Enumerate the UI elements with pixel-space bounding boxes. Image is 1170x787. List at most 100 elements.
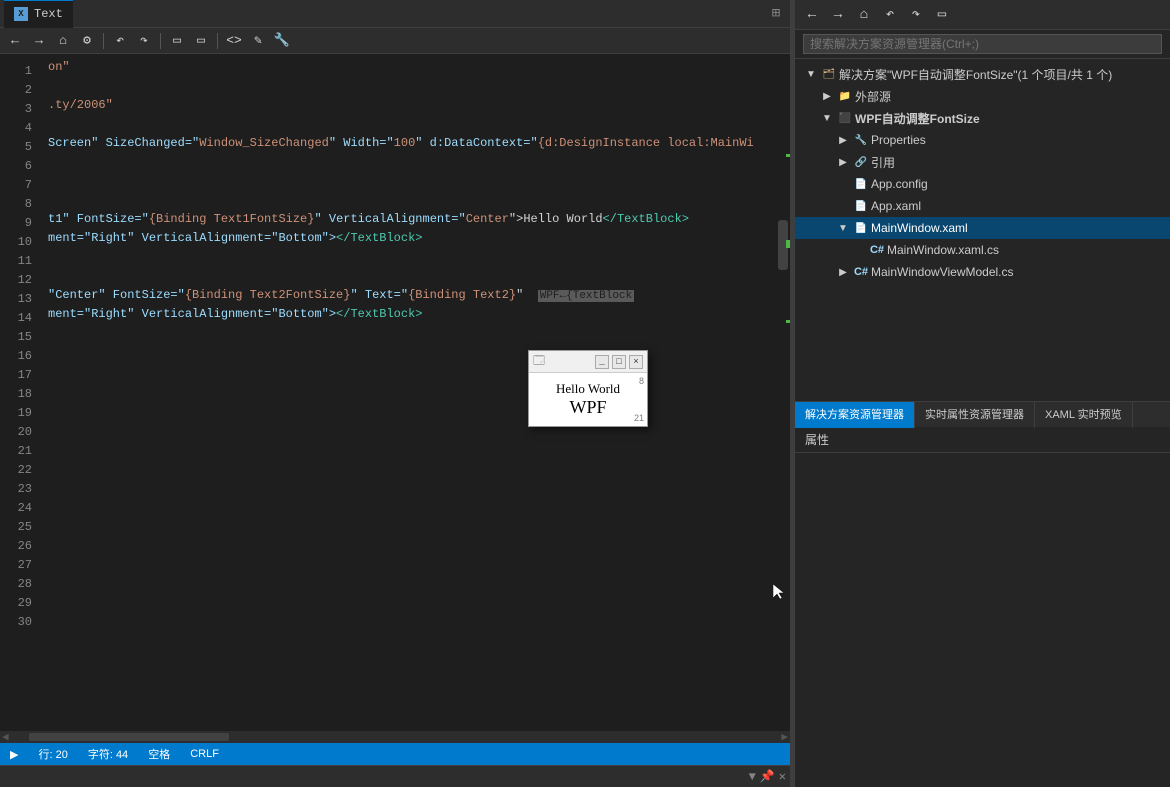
back-button[interactable]: ← bbox=[4, 30, 26, 52]
pin-button[interactable]: 📌 bbox=[760, 769, 775, 784]
chevron-right-icon2: ▶ bbox=[835, 135, 851, 146]
tab-solution-explorer[interactable]: 解决方案资源管理器 bbox=[795, 402, 915, 428]
nav-forward-button[interactable]: → bbox=[827, 4, 849, 26]
nav-refresh-button[interactable]: ↶ bbox=[879, 4, 901, 26]
tree-item-external[interactable]: ▶ 📁 外部源 bbox=[795, 85, 1170, 107]
horizontal-scrollbar[interactable]: ◀ ▶ bbox=[0, 731, 790, 743]
code-area[interactable]: 12345 678910 1112131415 1617181920 21222… bbox=[0, 54, 790, 731]
code-line bbox=[48, 381, 790, 400]
nav-home-button[interactable]: ⌂ bbox=[853, 4, 875, 26]
wpf-title-icon: 🗔 bbox=[533, 352, 545, 371]
redo-button[interactable]: ↷ bbox=[133, 30, 155, 52]
properties-icon: 🔧 bbox=[853, 132, 869, 148]
right-panel: ← → ⌂ ↶ ↷ ▭ ▼ 🗂 解决方案"WPF自动调整FontSize"(1 … bbox=[795, 0, 1170, 787]
references-label: 引用 bbox=[871, 154, 895, 171]
appconfig-icon: 📄 bbox=[853, 176, 869, 192]
tab-label: Text bbox=[34, 7, 63, 21]
tab-xaml-preview[interactable]: XAML 实时预览 bbox=[1035, 402, 1133, 428]
edit-button[interactable]: ✎ bbox=[247, 30, 269, 52]
properties-section: 属性 bbox=[795, 427, 1170, 453]
wpf-maximize-button[interactable]: □ bbox=[612, 355, 626, 369]
properties-tree-label: Properties bbox=[871, 133, 926, 147]
wpf-badge2: 21 bbox=[634, 413, 644, 423]
mainwindow-label: MainWindow.xaml bbox=[871, 221, 968, 235]
scroll-left-button[interactable]: ◀ bbox=[2, 730, 9, 744]
status-bar: ▶ 行: 20 字符: 44 空格 CRLF bbox=[0, 743, 790, 765]
separator3 bbox=[217, 33, 218, 49]
wpf-text1: Hello World bbox=[535, 381, 641, 397]
viewmodel-label: MainWindowViewModel.cs bbox=[871, 265, 1014, 279]
right-toolbar: ← → ⌂ ↶ ↷ ▭ bbox=[795, 0, 1170, 30]
wpf-popup-window[interactable]: 🗔 _ □ × Hello World WPF 8 21 bbox=[528, 350, 648, 427]
solution-label: 解决方案"WPF自动调整FontSize"(1 个项目/共 1 个) bbox=[839, 66, 1112, 83]
external-label: 外部源 bbox=[855, 88, 891, 105]
wpf-minimize-button[interactable]: _ bbox=[595, 355, 609, 369]
h-scroll-thumb[interactable] bbox=[29, 733, 229, 741]
solution-icon: 🗂 bbox=[821, 66, 837, 82]
separator2 bbox=[160, 33, 161, 49]
window2-button[interactable]: ▭ bbox=[190, 30, 212, 52]
status-encoding: CRLF bbox=[190, 748, 219, 760]
folder-icon: 📁 bbox=[837, 88, 853, 104]
tabbar-right: ⊞ bbox=[766, 4, 790, 24]
code-line bbox=[48, 495, 790, 514]
code-line: on" bbox=[48, 58, 790, 77]
expand-down-button[interactable]: ▼ bbox=[749, 770, 756, 784]
wpf-text2: WPF bbox=[535, 397, 641, 418]
nav-redo-button[interactable]: ↷ bbox=[905, 4, 927, 26]
editor-tabbar: X Text ⊞ bbox=[0, 0, 790, 28]
window1-button[interactable]: ▭ bbox=[166, 30, 188, 52]
home-button[interactable]: ⌂ bbox=[52, 30, 74, 52]
editor-panel: X Text ⊞ ← → ⌂ ⚙ ↶ ↷ ▭ ▭ <> ✎ 🔧 bbox=[0, 0, 790, 787]
close-panel-button[interactable]: ✕ bbox=[779, 769, 786, 784]
undo-button[interactable]: ↶ bbox=[109, 30, 131, 52]
tab-icon: X bbox=[14, 7, 28, 21]
code-line bbox=[48, 248, 790, 267]
tree-item-properties[interactable]: ▶ 🔧 Properties bbox=[795, 129, 1170, 151]
tree-item-viewmodel[interactable]: ▶ C# MainWindowViewModel.cs bbox=[795, 261, 1170, 283]
tab-realtime-props[interactable]: 实时属性资源管理器 bbox=[915, 402, 1035, 428]
tree-item-appxaml[interactable]: ▶ 📄 App.xaml bbox=[795, 195, 1170, 217]
chevron-right-icon3: ▶ bbox=[835, 157, 851, 168]
vertical-scrollbar[interactable] bbox=[776, 54, 790, 719]
code-line bbox=[48, 362, 790, 381]
appconfig-label: App.config bbox=[871, 177, 928, 191]
code-line bbox=[48, 115, 790, 134]
settings-button[interactable]: ⚙ bbox=[76, 30, 98, 52]
split-editor-button[interactable]: ⊞ bbox=[766, 4, 786, 24]
scroll-right-button[interactable]: ▶ bbox=[781, 730, 788, 744]
tree-item-solution[interactable]: ▼ 🗂 解决方案"WPF自动调整FontSize"(1 个项目/共 1 个) bbox=[795, 63, 1170, 85]
code-button[interactable]: <> bbox=[223, 30, 245, 52]
right-bottom-tabs: 解决方案资源管理器 实时属性资源管理器 XAML 实时预览 bbox=[795, 401, 1170, 427]
chevron-down-icon2: ▼ bbox=[819, 113, 835, 124]
tree-item-appconfig[interactable]: ▶ 📄 App.config bbox=[795, 173, 1170, 195]
code-line: ment="Right" VerticalAlignment="Bottom">… bbox=[48, 229, 790, 248]
status-row: 行: 20 bbox=[38, 746, 67, 762]
status-col: 字符: 44 bbox=[88, 746, 128, 762]
chevron-down-icon3: ▼ bbox=[835, 223, 851, 234]
properties-content bbox=[795, 453, 1170, 787]
forward-button[interactable]: → bbox=[28, 30, 50, 52]
cursor-icon: ▶ bbox=[10, 748, 18, 761]
line-numbers: 12345 678910 1112131415 1617181920 21222… bbox=[0, 54, 40, 731]
tree-item-project[interactable]: ▼ ⬛ WPF自动调整FontSize bbox=[795, 107, 1170, 129]
code-line bbox=[48, 476, 790, 495]
project-label: WPF自动调整FontSize bbox=[855, 110, 980, 127]
editor-tab-text[interactable]: X Text bbox=[4, 0, 73, 28]
mainwindow-cs-label: MainWindow.xaml.cs bbox=[887, 243, 999, 257]
search-input[interactable] bbox=[803, 34, 1162, 54]
code-content[interactable]: on" .ty/2006" Screen" SizeChanged="Windo… bbox=[40, 54, 790, 731]
change-marker bbox=[786, 320, 790, 323]
tools-button[interactable]: 🔧 bbox=[271, 30, 293, 52]
bottom-drag-bar: ▼ 📌 ✕ bbox=[0, 765, 790, 787]
code-line: ment="Right" VerticalAlignment="Bottom">… bbox=[48, 305, 790, 324]
nav-back-button[interactable]: ← bbox=[801, 4, 823, 26]
tree-item-mainwindow[interactable]: ▼ 📄 MainWindow.xaml bbox=[795, 217, 1170, 239]
wpf-close-button[interactable]: × bbox=[629, 355, 643, 369]
tree-item-references[interactable]: ▶ 🔗 引用 bbox=[795, 151, 1170, 173]
project-icon: ⬛ bbox=[837, 110, 853, 126]
tree-item-mainwindow-cs[interactable]: ▶ C# MainWindow.xaml.cs bbox=[795, 239, 1170, 261]
show-all-files-button[interactable]: ▭ bbox=[931, 4, 953, 26]
wpf-badge1: 8 bbox=[639, 376, 644, 386]
change-marker bbox=[786, 154, 790, 157]
